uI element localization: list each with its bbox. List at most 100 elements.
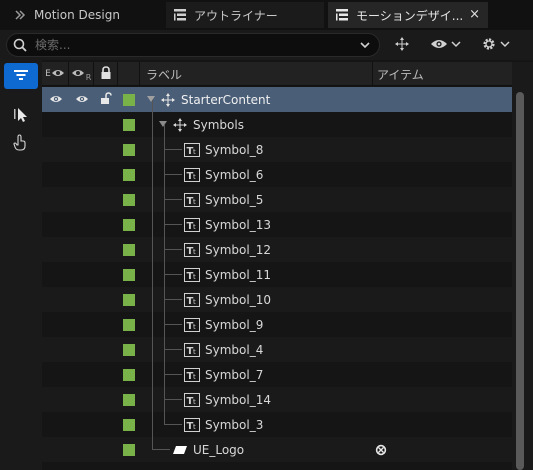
tree-item-label: Symbol_10 [205, 292, 271, 307]
header-item-text: アイテム [377, 67, 424, 82]
text-icon: Tt [184, 217, 200, 233]
chevron-down-icon [451, 38, 461, 52]
tree-item[interactable]: Tt Symbol_6 [184, 162, 263, 187]
tree-guide-line [164, 374, 182, 375]
color-swatch[interactable] [118, 437, 140, 462]
tree-row-symbol[interactable]: Tt Symbol_12 [42, 237, 512, 262]
visibility-toggle[interactable] [42, 87, 69, 112]
color-swatch[interactable] [118, 362, 140, 387]
tree-item[interactable]: Tt Symbol_14 [184, 387, 271, 412]
tree-row-symbol[interactable]: Tt Symbol_3 [42, 412, 512, 437]
tree-guide-line [164, 349, 182, 350]
tree-row-symbols[interactable]: Symbols [42, 112, 512, 137]
outliner-tree: StarterContent Symbols Tt Symbol_8 Tt Sy… [42, 87, 512, 470]
scrollbar-thumb[interactable] [516, 92, 524, 470]
tree-item[interactable]: Tt Symbol_10 [184, 287, 271, 312]
text-icon: Tt [184, 142, 200, 158]
material-ball-icon[interactable] [373, 437, 389, 462]
tree-row-symbol[interactable]: Tt Symbol_6 [42, 162, 512, 187]
expand-arrow-icon[interactable] [158, 118, 168, 132]
expand-arrow-icon[interactable] [146, 93, 156, 107]
color-swatch[interactable] [118, 287, 140, 312]
tree-item[interactable]: Symbols [158, 112, 244, 137]
tree-row-ue-logo[interactable]: UE_Logo [42, 437, 512, 462]
tree-item[interactable]: Tt Symbol_13 [184, 212, 271, 237]
header-item-column[interactable]: アイテム [373, 62, 512, 86]
tree-guide-line [164, 149, 182, 150]
tab-motion-design-outliner[interactable]: モーションデザイ... × [328, 2, 488, 28]
tab-label: モーションデザイ... [356, 8, 464, 23]
tab-motion-design[interactable]: Motion Design [6, 2, 162, 28]
text-icon: Tt [184, 317, 200, 333]
tree-item[interactable]: Tt Symbol_7 [184, 362, 263, 387]
add-actor-button[interactable] [394, 35, 410, 55]
tree-item[interactable]: Tt Symbol_5 [184, 187, 263, 212]
cursor-arrow-icon [13, 106, 29, 127]
tree-row-symbol[interactable]: Tt Symbol_14 [42, 387, 512, 412]
color-swatch[interactable] [118, 187, 140, 212]
tree-item[interactable]: UE_Logo [172, 437, 244, 462]
settings-button[interactable] [481, 35, 510, 55]
tree-item-label: Symbols [193, 117, 244, 132]
hand-tool-button[interactable] [10, 133, 32, 155]
header-label-column[interactable]: ラベル [140, 62, 373, 86]
actor-gizmo-icon [172, 117, 188, 133]
tree-row-symbol[interactable]: Tt Symbol_10 [42, 287, 512, 312]
search-box[interactable] [6, 33, 380, 57]
text-icon: Tt [184, 242, 200, 258]
chevron-down-icon[interactable] [359, 39, 371, 54]
tree-guide-line [164, 424, 182, 425]
outliner-header: E R ラベル アイテム [42, 62, 512, 86]
outliner-icon [172, 7, 188, 23]
filter-button[interactable] [4, 63, 38, 89]
tree-item[interactable]: Tt Symbol_11 [184, 262, 271, 287]
text-icon: Tt [184, 392, 200, 408]
close-icon[interactable]: × [469, 7, 480, 22]
header-visibility-column[interactable]: E [42, 62, 69, 86]
color-swatch[interactable] [118, 237, 140, 262]
tree-item-label: UE_Logo [193, 442, 245, 457]
header-lock-column[interactable] [94, 62, 118, 86]
header-color-column[interactable] [118, 62, 140, 86]
tree-item[interactable]: Tt Symbol_3 [184, 412, 263, 437]
visibility-filter-button[interactable] [430, 35, 461, 55]
color-swatch[interactable] [118, 162, 140, 187]
tree-row-symbol[interactable]: Tt Symbol_9 [42, 312, 512, 337]
text-icon: Tt [184, 167, 200, 183]
header-render-column[interactable]: R [69, 62, 94, 86]
svg-text:t: t [193, 423, 196, 431]
tree-row-symbol[interactable]: Tt Symbol_4 [42, 337, 512, 362]
render-visibility-toggle[interactable] [69, 87, 94, 112]
tree-row-symbol[interactable]: Tt Symbol_8 [42, 137, 512, 162]
svg-text:t: t [193, 398, 196, 406]
chevron-down-icon [500, 38, 510, 52]
color-swatch[interactable] [118, 337, 140, 362]
eye-icon [51, 67, 65, 81]
tree-guide-line [152, 100, 153, 450]
color-swatch[interactable] [118, 262, 140, 287]
tree-row-symbol[interactable]: Tt Symbol_7 [42, 362, 512, 387]
color-swatch[interactable] [118, 87, 140, 112]
color-swatch[interactable] [118, 412, 140, 437]
tree-row-symbol[interactable]: Tt Symbol_11 [42, 262, 512, 287]
tree-item[interactable]: Tt Symbol_8 [184, 137, 263, 162]
color-swatch[interactable] [118, 212, 140, 237]
tree-item[interactable]: Tt Symbol_12 [184, 237, 271, 262]
color-swatch[interactable] [118, 387, 140, 412]
tree-row-symbol[interactable]: Tt Symbol_13 [42, 212, 512, 237]
color-swatch[interactable] [118, 137, 140, 162]
tree-guide-line [152, 449, 170, 450]
tree-row-starter-content[interactable]: StarterContent [42, 87, 512, 112]
tree-item[interactable]: Tt Symbol_9 [184, 312, 263, 337]
color-swatch[interactable] [118, 112, 140, 137]
tree-item[interactable]: StarterContent [146, 87, 270, 112]
lock-toggle[interactable] [94, 87, 118, 112]
tab-outliner[interactable]: アウトライナー [166, 2, 324, 28]
text-icon: Tt [184, 367, 200, 383]
search-input[interactable] [35, 37, 355, 53]
tree-row-symbol[interactable]: Tt Symbol_5 [42, 187, 512, 212]
text-icon: Tt [184, 192, 200, 208]
select-tool-button[interactable] [10, 105, 32, 127]
tree-item[interactable]: Tt Symbol_4 [184, 337, 263, 362]
color-swatch[interactable] [118, 312, 140, 337]
